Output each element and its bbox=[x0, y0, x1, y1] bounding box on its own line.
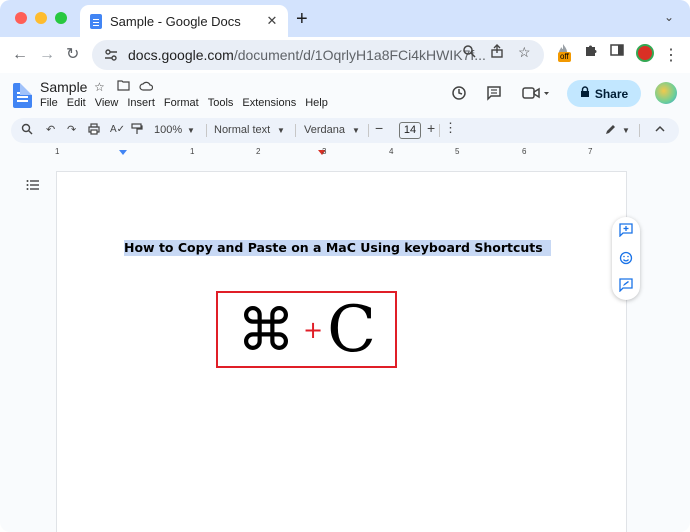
extension-off-badge: off bbox=[558, 52, 571, 62]
horizontal-ruler[interactable]: 1 1 2 3 4 5 6 7 bbox=[0, 147, 690, 159]
menu-help[interactable]: Help bbox=[305, 97, 328, 109]
move-folder-icon[interactable] bbox=[117, 80, 130, 94]
bookmark-star-icon[interactable]: ☆ bbox=[518, 44, 531, 61]
back-button[interactable]: ← bbox=[12, 45, 28, 65]
plus-sign: + bbox=[302, 315, 324, 344]
spellcheck-icon[interactable]: A✓ bbox=[110, 123, 125, 137]
decrease-font-size-button[interactable]: − bbox=[375, 121, 383, 135]
reload-button[interactable]: ↻ bbox=[66, 45, 79, 65]
toolbar-divider bbox=[368, 124, 369, 137]
add-comment-icon[interactable] bbox=[619, 223, 633, 237]
version-history-icon[interactable] bbox=[451, 85, 467, 105]
redo-icon[interactable]: ↷ bbox=[67, 123, 76, 137]
share-label: Share bbox=[594, 86, 629, 101]
add-emoji-reaction-icon[interactable] bbox=[619, 251, 633, 265]
menu-view[interactable]: View bbox=[95, 97, 119, 109]
copy-shortcut-image[interactable]: ⌘ + C bbox=[216, 291, 397, 368]
zoom-select[interactable]: 100% bbox=[154, 123, 182, 137]
ruler-tick-label: 1 bbox=[190, 147, 195, 156]
cloud-saved-icon[interactable] bbox=[139, 80, 154, 94]
profile-avatar[interactable] bbox=[636, 44, 654, 62]
share-page-icon[interactable] bbox=[490, 44, 504, 61]
menu-extensions[interactable]: Extensions bbox=[242, 97, 296, 109]
share-button[interactable]: Share bbox=[567, 80, 641, 107]
ruler-tick-label: 3 bbox=[322, 147, 327, 156]
docs-header: Sample ☆ File Edit View Insert Format To… bbox=[0, 73, 690, 117]
font-dropdown-icon[interactable]: ▼ bbox=[352, 124, 360, 138]
menu-file[interactable]: File bbox=[40, 97, 58, 109]
undo-icon[interactable]: ↶ bbox=[46, 123, 55, 137]
extensions-puzzle-icon[interactable] bbox=[583, 43, 598, 62]
suggest-edits-icon[interactable] bbox=[619, 278, 633, 292]
paint-format-icon[interactable] bbox=[131, 123, 143, 139]
site-info-icon[interactable] bbox=[104, 47, 118, 63]
more-options-icon[interactable]: ⋮ bbox=[444, 121, 457, 135]
toolbar-divider bbox=[206, 124, 207, 137]
increase-font-size-button[interactable]: + bbox=[427, 121, 435, 135]
menu-tools[interactable]: Tools bbox=[208, 97, 234, 109]
paragraph-style-select[interactable]: Normal text bbox=[214, 123, 270, 137]
left-indent-marker[interactable] bbox=[119, 150, 127, 155]
lock-icon bbox=[580, 86, 590, 101]
close-tab-icon[interactable]: ✕ bbox=[262, 13, 282, 29]
maximize-window-button[interactable] bbox=[55, 12, 67, 24]
format-toolbar: ↶ ↷ A✓ 100% ▼ Normal text ▼ Verdana ▼ − … bbox=[11, 118, 679, 143]
ruler-tick-label: 4 bbox=[389, 147, 394, 156]
floating-action-panel bbox=[612, 217, 640, 300]
zoom-dropdown-icon[interactable]: ▼ bbox=[187, 124, 195, 138]
style-dropdown-icon[interactable]: ▼ bbox=[277, 124, 285, 138]
menu-bar: File Edit View Insert Format Tools Exten… bbox=[40, 97, 328, 109]
editing-mode-pencil-icon[interactable] bbox=[605, 123, 617, 139]
command-key-icon: ⌘ bbox=[236, 295, 295, 364]
ruler-tick-label: 7 bbox=[588, 147, 593, 156]
ruler-tick-label: 1 bbox=[55, 147, 60, 156]
url-host: docs.google.com bbox=[128, 47, 234, 63]
hide-menus-chevron-icon[interactable] bbox=[654, 123, 666, 139]
forward-button[interactable]: → bbox=[39, 45, 55, 65]
font-size-input[interactable]: 14 bbox=[399, 122, 421, 139]
document-title[interactable]: Sample bbox=[40, 79, 87, 95]
browser-window: Sample - Google Docs ✕ + ⌄ ← → ↻ docs.go… bbox=[0, 0, 690, 532]
tab-title: Sample - Google Docs bbox=[110, 13, 241, 29]
ruler-tick-label: 2 bbox=[256, 147, 261, 156]
tab-strip: Sample - Google Docs ✕ + ⌄ bbox=[0, 0, 690, 37]
search-menus-icon[interactable] bbox=[21, 123, 33, 139]
menu-format[interactable]: Format bbox=[164, 97, 199, 109]
star-icon[interactable]: ☆ bbox=[94, 80, 105, 94]
document-outline-icon[interactable] bbox=[26, 178, 40, 194]
font-select[interactable]: Verdana bbox=[304, 123, 345, 137]
key-letter: C bbox=[327, 292, 377, 367]
meet-video-icon[interactable] bbox=[522, 85, 550, 105]
tab-search-chevron-icon[interactable]: ⌄ bbox=[664, 10, 674, 24]
docs-favicon-icon bbox=[90, 13, 102, 29]
menu-edit[interactable]: Edit bbox=[67, 97, 86, 109]
side-panel-icon[interactable] bbox=[610, 43, 624, 61]
url-path: /document/d/1OqrlyH1a8FCi4kHWIK7f... bbox=[233, 47, 486, 63]
browser-menu-icon[interactable]: ⋮ bbox=[663, 45, 679, 65]
toolbar-divider bbox=[439, 124, 440, 137]
browser-toolbar: ← → ↻ docs.google.com/document/d/1OqrlyH… bbox=[0, 37, 690, 73]
browser-tab[interactable]: Sample - Google Docs ✕ bbox=[80, 5, 288, 37]
new-tab-button[interactable]: + bbox=[296, 8, 308, 30]
ruler-tick-label: 5 bbox=[455, 147, 460, 156]
minimize-window-button[interactable] bbox=[35, 12, 47, 24]
toolbar-divider bbox=[295, 124, 296, 137]
address-bar[interactable]: docs.google.com/document/d/1OqrlyH1a8FCi… bbox=[92, 40, 544, 70]
editing-mode-dropdown-icon[interactable]: ▼ bbox=[622, 124, 630, 138]
toolbar-divider bbox=[639, 124, 640, 137]
vertical-ruler[interactable] bbox=[0, 160, 10, 532]
docs-home-logo-icon[interactable] bbox=[13, 83, 32, 108]
print-icon[interactable] bbox=[88, 123, 100, 139]
zoom-magnifier-icon[interactable] bbox=[462, 44, 476, 61]
vertical-scrollbar[interactable] bbox=[682, 160, 690, 532]
ruler-tick-label: 6 bbox=[522, 147, 527, 156]
url-text: docs.google.com/document/d/1OqrlyH1a8FCi… bbox=[128, 47, 486, 63]
close-window-button[interactable] bbox=[15, 12, 27, 24]
user-avatar[interactable] bbox=[655, 82, 677, 104]
menu-insert[interactable]: Insert bbox=[127, 97, 155, 109]
comments-icon[interactable] bbox=[486, 85, 502, 105]
document-heading[interactable]: How to Copy and Paste on a MaC Using key… bbox=[124, 240, 551, 256]
